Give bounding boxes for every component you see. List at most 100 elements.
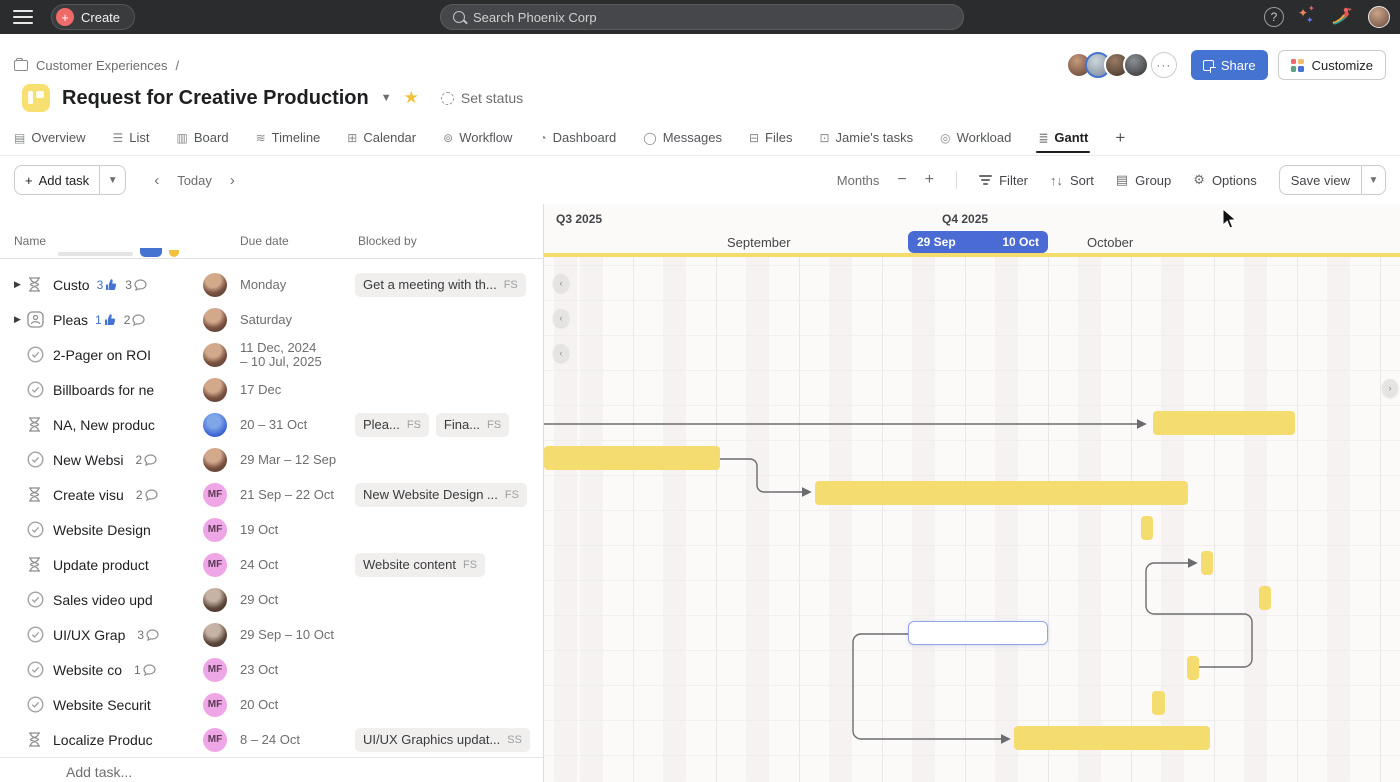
task-name[interactable]: Sales video upd xyxy=(53,592,153,608)
assignee-avatar[interactable] xyxy=(203,308,227,332)
gantt-bar-ui-ux-grap[interactable] xyxy=(908,621,1048,645)
gantt-bar-website-co[interactable] xyxy=(1187,656,1199,680)
zoom-in-button[interactable]: + xyxy=(925,171,934,189)
assignee-avatar[interactable] xyxy=(203,273,227,297)
approval-hourglass-icon[interactable] xyxy=(27,276,44,293)
due-date-cell[interactable]: 29 Sep – 10 Oct xyxy=(203,623,355,647)
group-button[interactable]: ▤ Group xyxy=(1116,172,1171,188)
add-view-button[interactable]: + xyxy=(1115,128,1125,148)
table-row[interactable]: ▶Localize ProducMF8 – 24 OctUI/UX Graphi… xyxy=(0,722,543,757)
blocked-by-chip[interactable]: Get a meeting with th...FS xyxy=(355,273,526,297)
table-row[interactable]: ▶New Websi229 Mar – 12 Sep xyxy=(0,442,543,477)
column-header-due-date[interactable]: Due date xyxy=(240,234,289,248)
add-task-row[interactable]: Add task... xyxy=(0,757,543,782)
expand-caret-icon[interactable]: ▶ xyxy=(14,314,27,325)
today-button[interactable]: Today xyxy=(177,173,212,188)
tab-timeline[interactable]: ≋Timeline xyxy=(256,120,321,156)
tab-calendar[interactable]: ⊞Calendar xyxy=(347,120,416,156)
approval-hourglass-icon[interactable] xyxy=(27,731,44,748)
due-date-cell[interactable]: Monday xyxy=(203,273,355,297)
assignee-avatar[interactable] xyxy=(203,343,227,367)
approval-hourglass-icon[interactable] xyxy=(27,556,44,573)
approval-hourglass-icon[interactable] xyxy=(27,416,44,433)
table-row[interactable]: ▶Website DesignMF19 Oct xyxy=(0,512,543,547)
more-members-button[interactable]: ··· xyxy=(1151,52,1177,78)
gantt-bar-new-websi[interactable] xyxy=(544,446,720,470)
scroll-to-bar-right-indicator[interactable]: › xyxy=(1382,379,1398,397)
assignee-avatar[interactable]: MF xyxy=(203,693,227,717)
task-name[interactable]: Website co xyxy=(53,662,122,678)
assignee-avatar[interactable] xyxy=(203,413,227,437)
comment-count[interactable]: 2 xyxy=(124,313,146,327)
tab-overview[interactable]: ▤Overview xyxy=(14,120,86,156)
add-task-button[interactable]: +Add task ▼ xyxy=(14,165,126,195)
table-row[interactable]: ▶2-Pager on ROI11 Dec, 2024 – 10 Jul, 20… xyxy=(0,337,543,372)
gantt-bar-na-new-produc[interactable] xyxy=(1153,411,1295,435)
blocked-by-chip[interactable]: UI/UX Graphics updat...SS xyxy=(355,728,530,752)
ai-sparkles-icon[interactable]: ✦✦✦ xyxy=(1298,8,1316,26)
column-header-name[interactable]: Name xyxy=(14,234,46,248)
tab-messages[interactable]: ◯Messages xyxy=(643,120,722,156)
expand-caret-icon[interactable]: ▶ xyxy=(14,279,27,290)
task-name[interactable]: UI/UX Grap xyxy=(53,627,125,643)
set-status-button[interactable]: Set status xyxy=(441,90,523,106)
hamburger-menu-icon[interactable] xyxy=(13,10,33,24)
blocked-by-chip[interactable]: New Website Design ...FS xyxy=(355,483,527,507)
task-name[interactable]: Website Securit xyxy=(53,697,151,713)
add-task-dropdown[interactable]: ▼ xyxy=(99,166,125,194)
tab-gantt[interactable]: ≣Gantt xyxy=(1038,120,1088,156)
due-date-cell[interactable]: MF20 Oct xyxy=(203,693,355,717)
task-name[interactable]: Pleas xyxy=(53,312,88,328)
gantt-bar-localize-produc[interactable] xyxy=(1014,726,1210,750)
gantt-bar-create-visu[interactable] xyxy=(815,481,1188,505)
due-date-cell[interactable]: 20 – 31 Oct xyxy=(203,413,355,437)
task-name[interactable]: Website Design xyxy=(53,522,151,538)
options-button[interactable]: ⚙ Options xyxy=(1193,172,1256,188)
due-date-cell[interactable]: MF24 Oct xyxy=(203,553,355,577)
due-date-cell[interactable]: MF23 Oct xyxy=(203,658,355,682)
blocked-by-chip[interactable]: Fina...FS xyxy=(436,413,509,437)
prev-period-button[interactable]: ‹ xyxy=(154,172,159,189)
due-date-cell[interactable]: MF21 Sep – 22 Oct xyxy=(203,483,355,507)
next-period-button[interactable]: › xyxy=(230,172,235,189)
due-date-cell[interactable]: 11 Dec, 2024 – 10 Jul, 2025 xyxy=(203,341,355,369)
scroll-to-bar-left-indicator[interactable]: ‹ xyxy=(553,274,569,292)
task-name[interactable]: Create visu xyxy=(53,487,124,503)
assignee-avatar[interactable] xyxy=(203,623,227,647)
blocked-by-chip[interactable]: Website contentFS xyxy=(355,553,485,577)
table-row[interactable]: ▶Pleas12Saturday xyxy=(0,302,543,337)
task-check-icon[interactable] xyxy=(27,661,44,678)
assignee-avatar[interactable]: MF xyxy=(203,483,227,507)
due-date-cell[interactable]: 17 Dec xyxy=(203,378,355,402)
zoom-level-label[interactable]: Months xyxy=(837,173,880,188)
assignee-avatar[interactable] xyxy=(203,588,227,612)
tab-jamie-s-tasks[interactable]: ⊡Jamie's tasks xyxy=(819,120,913,156)
save-view-button[interactable]: Save view ▼ xyxy=(1279,165,1386,195)
task-check-icon[interactable] xyxy=(27,591,44,608)
title-chevron-down-icon[interactable]: ▼ xyxy=(381,92,392,104)
gantt-bar-website-design[interactable] xyxy=(1141,516,1153,540)
user-avatar[interactable] xyxy=(1368,6,1390,28)
scroll-to-bar-left-indicator[interactable]: ‹ xyxy=(553,344,569,362)
comment-count[interactable]: 2 xyxy=(136,488,158,502)
sort-button[interactable]: ↑↓ Sort xyxy=(1050,173,1094,188)
search-input[interactable]: Search Phoenix Corp xyxy=(440,4,964,30)
tab-workload[interactable]: ◎Workload xyxy=(940,120,1011,156)
save-view-dropdown[interactable]: ▼ xyxy=(1361,166,1385,194)
task-name[interactable]: Update product xyxy=(53,557,149,573)
table-row[interactable]: ▶Website SecuritMF20 Oct xyxy=(0,687,543,722)
table-row[interactable]: ▶Update productMF24 OctWebsite contentFS xyxy=(0,547,543,582)
table-row[interactable]: ▶NA, New produc20 – 31 OctPlea...FSFina.… xyxy=(0,407,543,442)
due-date-cell[interactable]: 29 Oct xyxy=(203,588,355,612)
column-header-blocked-by[interactable]: Blocked by xyxy=(358,234,417,248)
table-row[interactable]: ▶Website co1MF23 Oct xyxy=(0,652,543,687)
comment-count[interactable]: 1 xyxy=(134,663,156,677)
due-date-cell[interactable]: Saturday xyxy=(203,308,355,332)
assignee-avatar[interactable]: MF xyxy=(203,728,227,752)
phoenix-mascot-icon[interactable] xyxy=(1330,6,1354,28)
task-check-icon[interactable] xyxy=(27,381,44,398)
gantt-bar-website-securit[interactable] xyxy=(1152,691,1165,715)
task-name[interactable]: Billboards for ne xyxy=(53,382,154,398)
table-row[interactable]: ▶Sales video upd29 Oct xyxy=(0,582,543,617)
task-check-icon[interactable] xyxy=(27,696,44,713)
